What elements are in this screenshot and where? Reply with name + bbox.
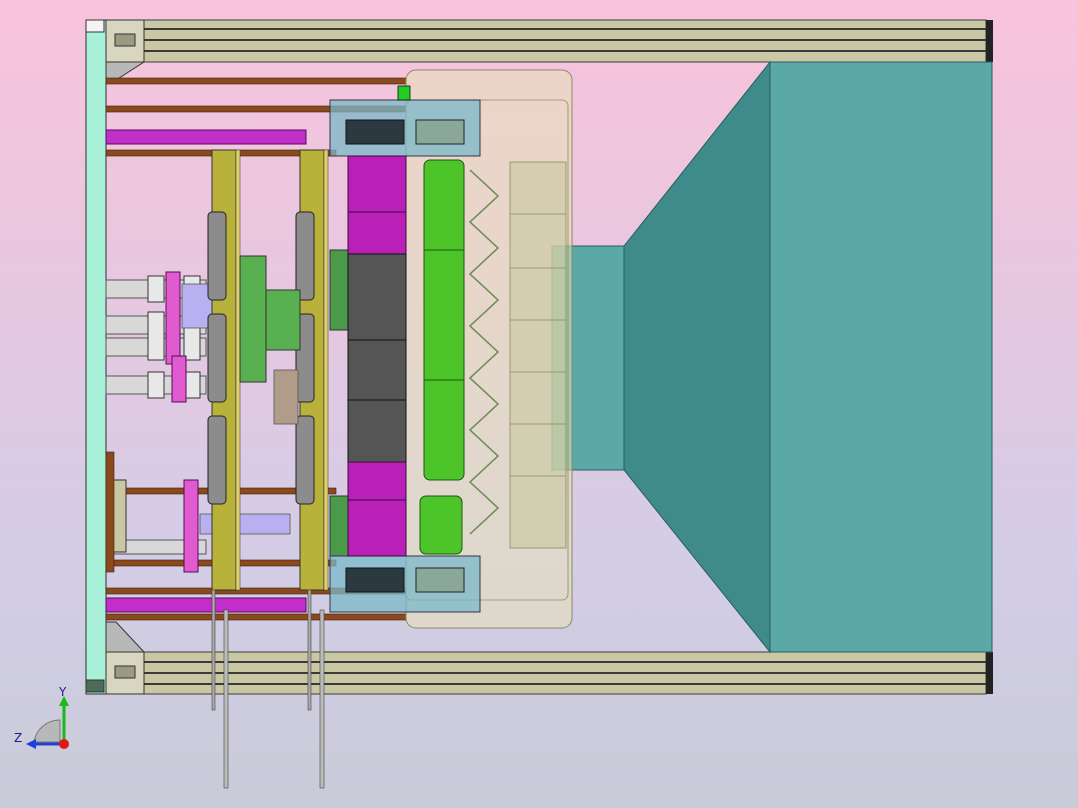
orientation-triad[interactable]: Y Z (12, 684, 76, 754)
left-mounting-plate[interactable] (85, 19, 107, 695)
z-axis-label: Z (14, 731, 22, 745)
y-axis-label: Y (58, 685, 67, 699)
z-axis-arrow (26, 739, 36, 749)
main-drive-shaft[interactable] (347, 155, 407, 557)
x-axis-dot (59, 739, 69, 749)
green-center-block[interactable] (239, 249, 349, 557)
teal-hopper[interactable] (551, 60, 993, 654)
triad-quadrant (33, 719, 61, 743)
cad-viewport[interactable] (0, 0, 1078, 808)
